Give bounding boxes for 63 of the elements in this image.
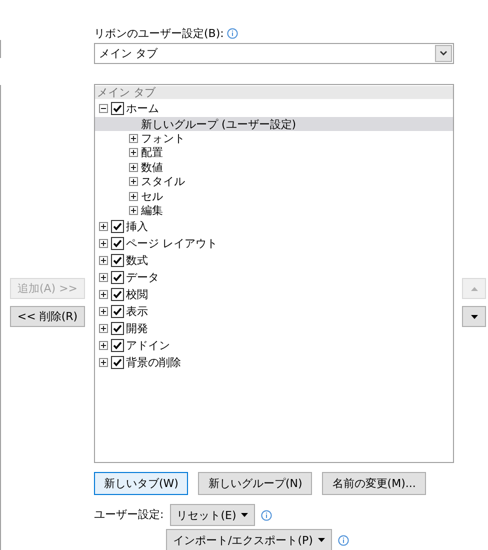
customizations-label: ユーザー設定:: [94, 508, 164, 522]
action-button[interactable]: 新しいタブ(W): [94, 472, 188, 495]
tree-item[interactable]: 開発: [95, 320, 453, 337]
info-icon: [226, 28, 238, 38]
expand-icon[interactable]: [129, 192, 138, 201]
tree-item[interactable]: ホーム: [95, 100, 453, 117]
tree-item[interactable]: スタイル: [95, 174, 453, 189]
tree-item[interactable]: 背景の削除: [95, 354, 453, 371]
remove-button[interactable]: << 削除(R): [10, 306, 85, 327]
checkbox[interactable]: [111, 322, 124, 335]
tree-item[interactable]: セル: [95, 189, 453, 204]
checkbox[interactable]: [111, 271, 124, 284]
action-button[interactable]: 名前の変更(M)...: [322, 472, 426, 495]
tree-item[interactable]: 新しいグループ (ユーザー設定): [95, 117, 453, 131]
checkbox[interactable]: [111, 237, 124, 250]
expand-icon[interactable]: [99, 307, 108, 316]
reset-button[interactable]: リセット(E): [170, 504, 256, 526]
move-down-button[interactable]: [462, 306, 486, 327]
info-icon: [261, 510, 272, 520]
tree-item[interactable]: ページ レイアウト: [95, 235, 453, 252]
up-triangle-icon: [470, 286, 478, 290]
tree-item[interactable]: フォント: [95, 131, 453, 146]
tree-item[interactable]: データ: [95, 269, 453, 286]
tree-item[interactable]: 数式: [95, 252, 453, 269]
expand-icon[interactable]: [129, 134, 138, 143]
expand-icon[interactable]: [99, 341, 108, 350]
down-triangle-icon: [470, 314, 478, 318]
expand-icon[interactable]: [99, 222, 108, 231]
expand-icon[interactable]: [129, 177, 138, 186]
caret-icon: [318, 538, 325, 542]
info-icon: [338, 534, 349, 546]
ribbon-dropdown[interactable]: メイン タブ: [94, 43, 454, 64]
expand-icon[interactable]: [129, 148, 138, 158]
checkbox[interactable]: [111, 102, 124, 115]
expand-icon[interactable]: [99, 239, 108, 248]
checkbox[interactable]: [111, 254, 124, 267]
import-export-button[interactable]: インポート/エクスポート(P): [166, 529, 332, 550]
tree-item[interactable]: アドイン: [95, 337, 453, 354]
chevron-icon: [435, 45, 452, 62]
expand-icon[interactable]: [99, 256, 108, 265]
collapse-icon[interactable]: [99, 104, 108, 113]
expand-icon[interactable]: [99, 290, 108, 299]
tree-item[interactable]: 編集: [95, 204, 453, 218]
checkbox[interactable]: [111, 305, 124, 318]
tree-item[interactable]: 配置: [95, 146, 453, 160]
tree-item[interactable]: 挿入: [95, 218, 453, 235]
caret-icon: [241, 513, 248, 517]
checkbox[interactable]: [111, 288, 124, 301]
checkbox[interactable]: [111, 339, 124, 352]
tree-item[interactable]: 校閲: [95, 286, 453, 303]
expand-icon[interactable]: [99, 358, 108, 367]
expand-icon[interactable]: [99, 324, 108, 333]
list-box-edge: [0, 40, 1, 58]
expand-icon[interactable]: [129, 206, 138, 216]
expand-icon[interactable]: [99, 273, 108, 282]
checkbox[interactable]: [111, 220, 124, 233]
tree-header: メイン タブ: [95, 86, 453, 99]
tree-item[interactable]: 数値: [95, 160, 453, 174]
checkbox[interactable]: [111, 356, 124, 369]
action-button[interactable]: 新しいグループ(N): [198, 472, 312, 495]
expand-icon[interactable]: [129, 162, 138, 172]
ribbon-label: リボンのユーザー設定(B):: [94, 26, 224, 40]
tree-item[interactable]: 表示: [95, 303, 453, 320]
